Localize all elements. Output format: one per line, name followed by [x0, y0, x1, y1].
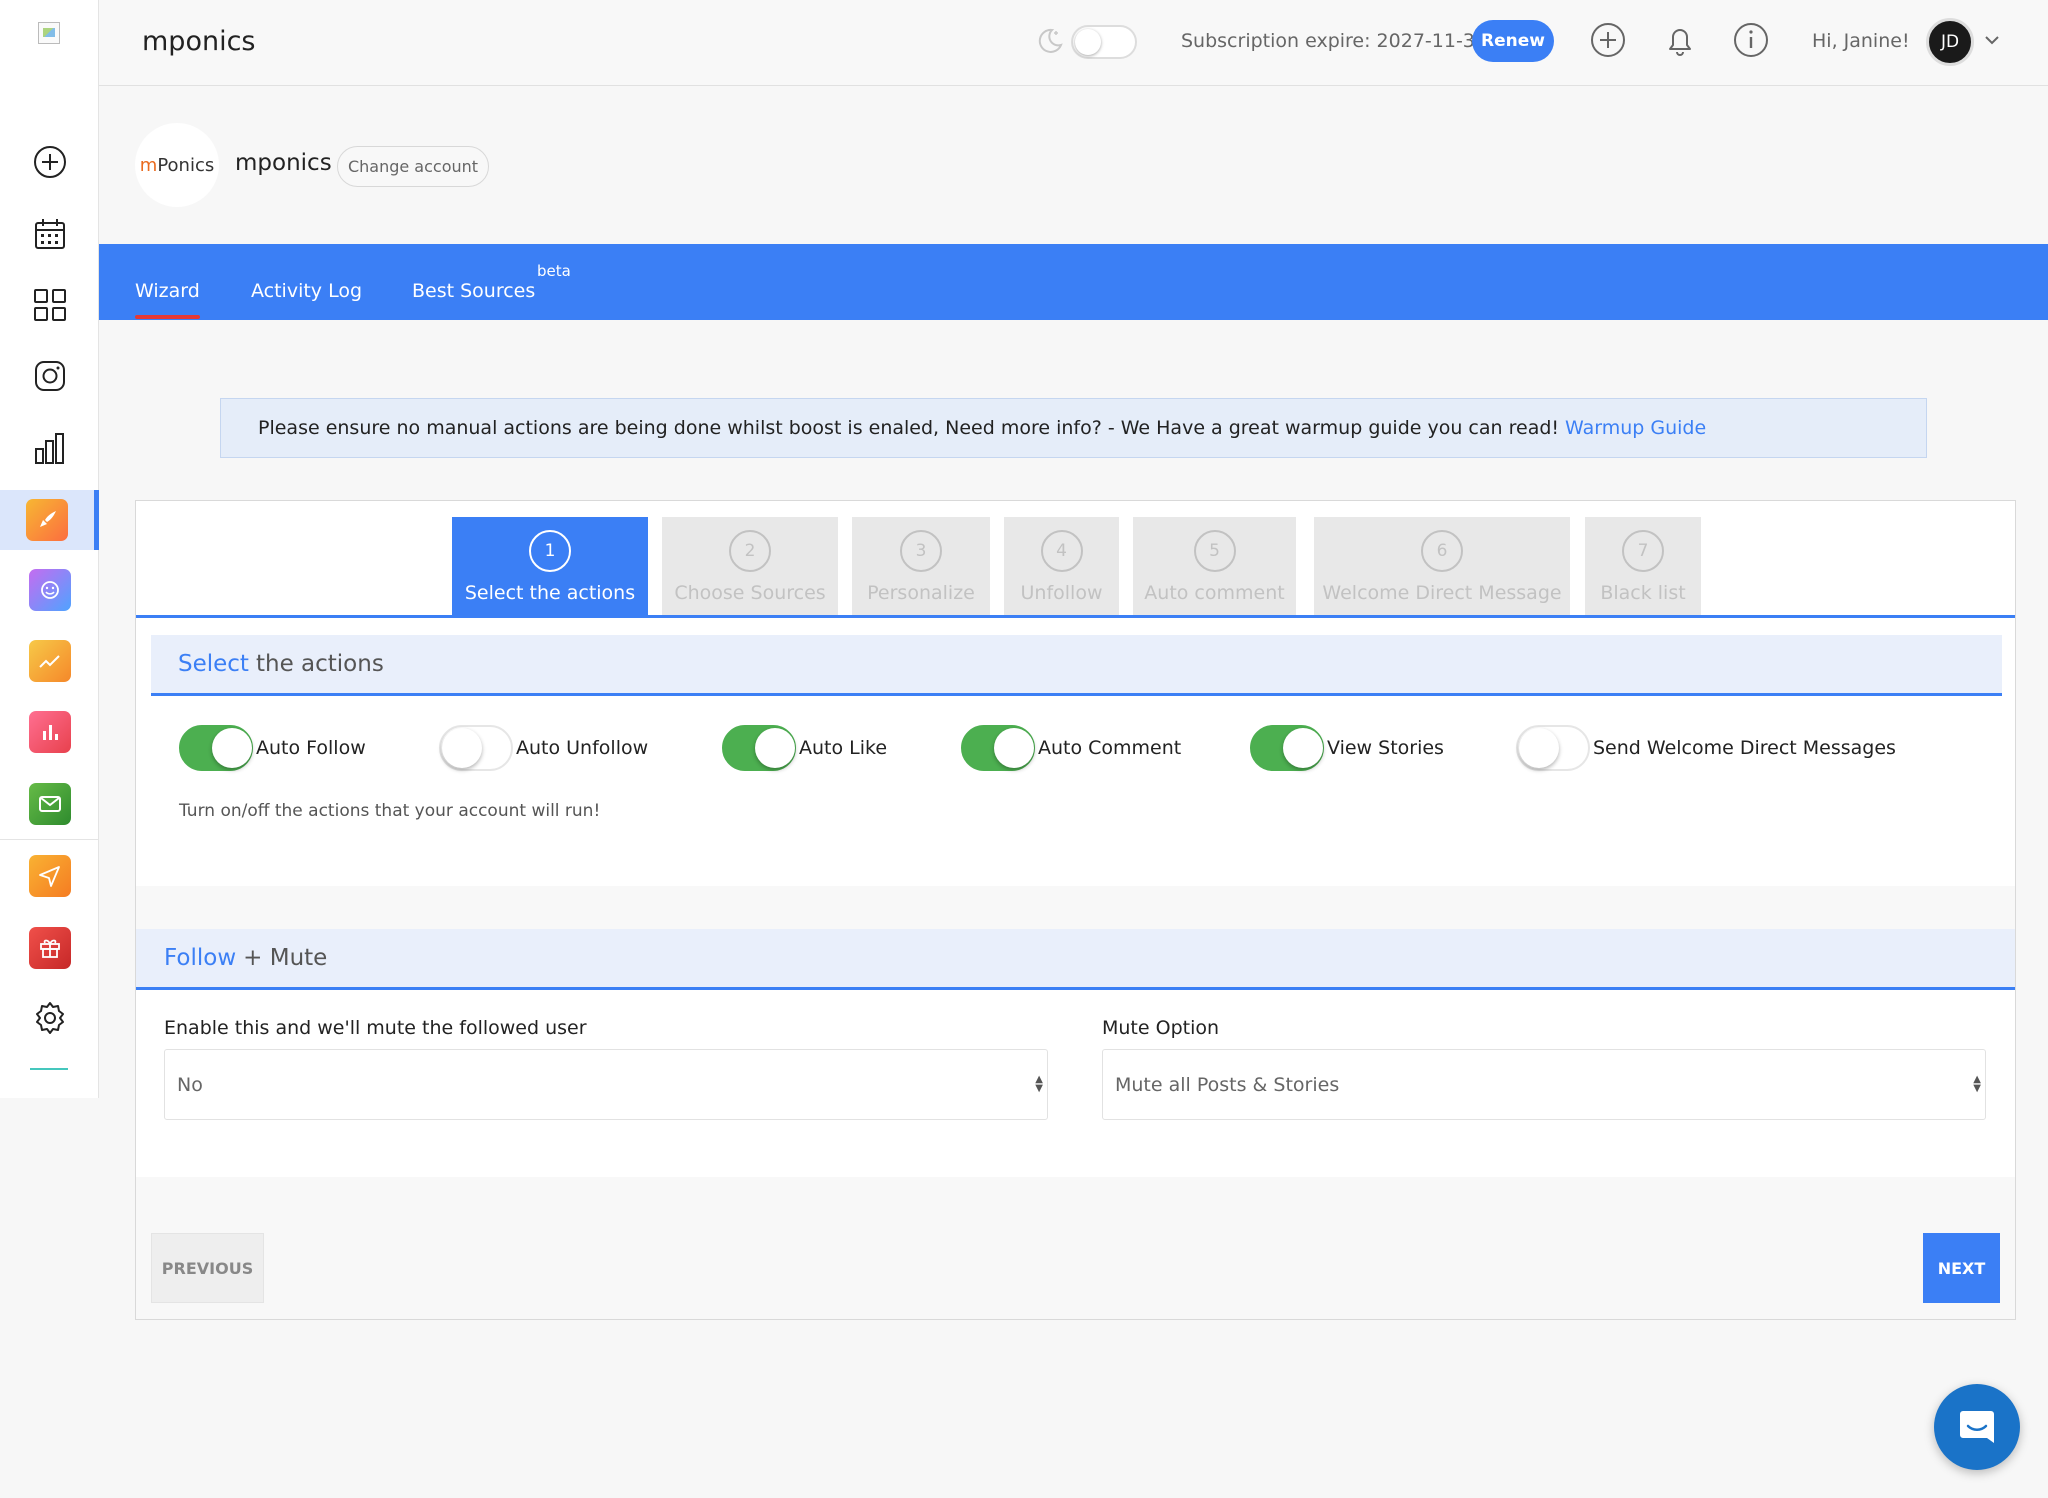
step-select-actions[interactable]: 1 Select the actions — [452, 517, 648, 617]
user-greeting: Hi, Janine! — [1812, 30, 1910, 52]
chat-widget-button[interactable] — [1934, 1384, 2020, 1470]
account-logo: m Ponics — [135, 123, 219, 207]
toggle-auto-follow[interactable]: Auto Follow — [179, 723, 366, 773]
toggle-welcome-dm[interactable]: Send Welcome Direct Messages — [1516, 723, 1896, 773]
toggle-auto-comment[interactable]: Auto Comment — [961, 723, 1181, 773]
step-personalize[interactable]: 3 Personalize — [852, 517, 990, 617]
beta-badge: beta — [537, 262, 571, 280]
step-welcome-dm[interactable]: 6 Welcome Direct Message — [1314, 517, 1570, 617]
section-follow-mute: Follow + Mute — [136, 929, 2015, 990]
step-auto-comment[interactable]: 5 Auto comment — [1133, 517, 1296, 617]
select-arrows-icon: ▲ ▼ — [1035, 1074, 1043, 1094]
stats-icon[interactable] — [0, 702, 99, 762]
chevron-down-icon[interactable] — [1983, 34, 2001, 46]
mute-option-label: Mute Option — [1102, 1017, 1220, 1039]
steps-divider — [136, 615, 2015, 618]
wizard-panel: 1 Select the actions 2 Choose Sources 3 Per… — [135, 500, 2016, 1320]
subscription-expiry: Subscription expire: 2027-11-30 — [1181, 30, 1487, 52]
chat-icon — [1960, 1411, 1994, 1443]
account-name: mponics — [235, 150, 332, 176]
toggles-help-text: Turn on/off the actions that your accoun… — [179, 801, 601, 821]
gift-icon[interactable] — [0, 918, 99, 978]
app-title: mponics — [142, 26, 256, 57]
tab-activity-log[interactable]: Activity Log — [251, 280, 362, 302]
sidebar — [0, 0, 99, 1098]
smiley-icon[interactable] — [0, 560, 99, 620]
next-button[interactable]: NEXT — [1923, 1233, 2000, 1303]
calendar-icon[interactable] — [0, 204, 99, 264]
add-circle-icon[interactable] — [1590, 22, 1626, 58]
mute-enable-select[interactable]: No ▲ ▼ — [164, 1049, 1048, 1120]
bell-icon[interactable] — [1662, 22, 1698, 58]
step-black-list[interactable]: 7 Black list — [1585, 517, 1701, 617]
bar-chart-icon[interactable] — [0, 418, 99, 478]
renew-button[interactable]: Renew — [1472, 20, 1554, 62]
grid-icon[interactable] — [0, 275, 99, 335]
warmup-guide-link[interactable]: Warmup Guide — [1565, 417, 1706, 439]
change-account-button[interactable]: Change account — [337, 146, 489, 187]
sidebar-scroll-indicator — [30, 1068, 68, 1070]
mute-option-select[interactable]: Mute all Posts & Stories ▲ ▼ — [1102, 1049, 1986, 1120]
tab-wizard[interactable]: Wizard — [135, 280, 200, 319]
logo-image-icon[interactable] — [38, 22, 60, 44]
dark-mode-toggle[interactable] — [1071, 25, 1137, 59]
alert-text: Please ensure no manual actions are bein… — [258, 417, 1560, 439]
toggle-auto-like[interactable]: Auto Like — [722, 723, 887, 773]
step-choose-sources[interactable]: 2 Choose Sources — [662, 517, 838, 617]
toggle-view-stories[interactable]: View Stories — [1250, 723, 1444, 773]
avatar[interactable]: JD — [1926, 18, 1974, 66]
top-header: mponics Subscription expire: 2027-11-30 … — [99, 0, 2048, 86]
tab-bar: Wizard Activity Log Best Sources beta — [99, 244, 2048, 320]
select-arrows-icon: ▲ ▼ — [1973, 1074, 1981, 1094]
tab-best-sources[interactable]: Best Sources — [412, 280, 535, 302]
warmup-alert: Please ensure no manual actions are bein… — [220, 398, 1927, 458]
mail-icon[interactable] — [0, 774, 99, 834]
settings-icon[interactable] — [0, 988, 99, 1048]
moon-icon — [1038, 28, 1063, 53]
add-circle-icon[interactable] — [0, 132, 99, 192]
step-unfollow[interactable]: 4 Unfollow — [1004, 517, 1119, 617]
info-icon[interactable] — [1733, 22, 1769, 58]
section-select-actions: Select the actions — [151, 635, 2002, 696]
previous-button[interactable]: PREVIOUS — [151, 1233, 264, 1303]
action-toggles: Auto Follow Auto Unfollow Auto Like Auto… — [136, 723, 2015, 773]
mute-enable-label: Enable this and we'll mute the followed … — [164, 1017, 587, 1039]
toggle-auto-unfollow[interactable]: Auto Unfollow — [439, 723, 648, 773]
instagram-icon[interactable] — [0, 346, 99, 406]
send-icon[interactable] — [0, 846, 99, 906]
rocket-icon[interactable] — [0, 490, 99, 550]
trend-icon[interactable] — [0, 631, 99, 691]
